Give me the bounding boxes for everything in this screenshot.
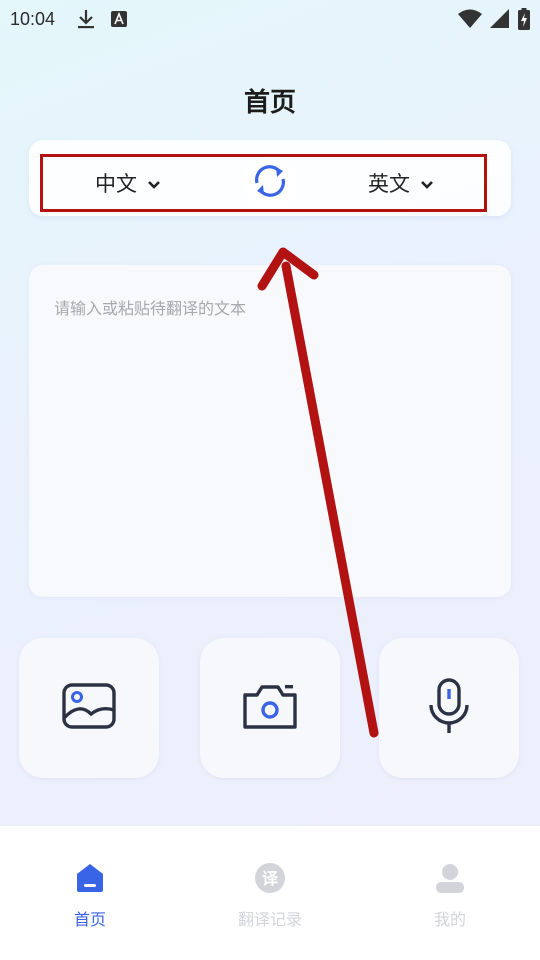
page-title: 首页 [243, 88, 296, 118]
translate-record-icon: 译 [254, 862, 286, 898]
nav-label-home: 首页 [73, 910, 106, 929]
nav-item-mine[interactable]: 我的 [390, 862, 510, 930]
translate-input-area[interactable] [29, 265, 511, 597]
camera-translate-button[interactable] [200, 638, 340, 778]
wifi-icon [458, 9, 482, 34]
user-icon [434, 862, 466, 898]
status-time: 10:04 [10, 8, 56, 29]
microphone-icon [427, 677, 471, 739]
translate-input[interactable] [29, 265, 511, 597]
a-letter-icon [111, 11, 128, 27]
bottom-nav: 首页 译 翻译记录 我的 [0, 825, 540, 960]
nav-label-translate-record: 翻译记录 [237, 910, 302, 929]
annotation-highlight-box [40, 154, 487, 212]
nav-item-translate-record[interactable]: 译 翻译记录 [210, 862, 330, 930]
image-translate-button[interactable] [19, 638, 159, 778]
camera-icon [241, 681, 299, 735]
battery-charging-icon [518, 8, 530, 35]
voice-translate-button[interactable] [379, 638, 519, 778]
nav-item-home[interactable]: 首页 [30, 862, 150, 930]
image-icon [61, 682, 117, 734]
nav-label-mine: 我的 [433, 910, 466, 929]
signal-icon [490, 9, 510, 34]
status-bar: 10:04 [0, 0, 540, 38]
svg-text:译: 译 [262, 869, 279, 888]
download-icon [77, 9, 95, 29]
home-icon [74, 862, 106, 898]
